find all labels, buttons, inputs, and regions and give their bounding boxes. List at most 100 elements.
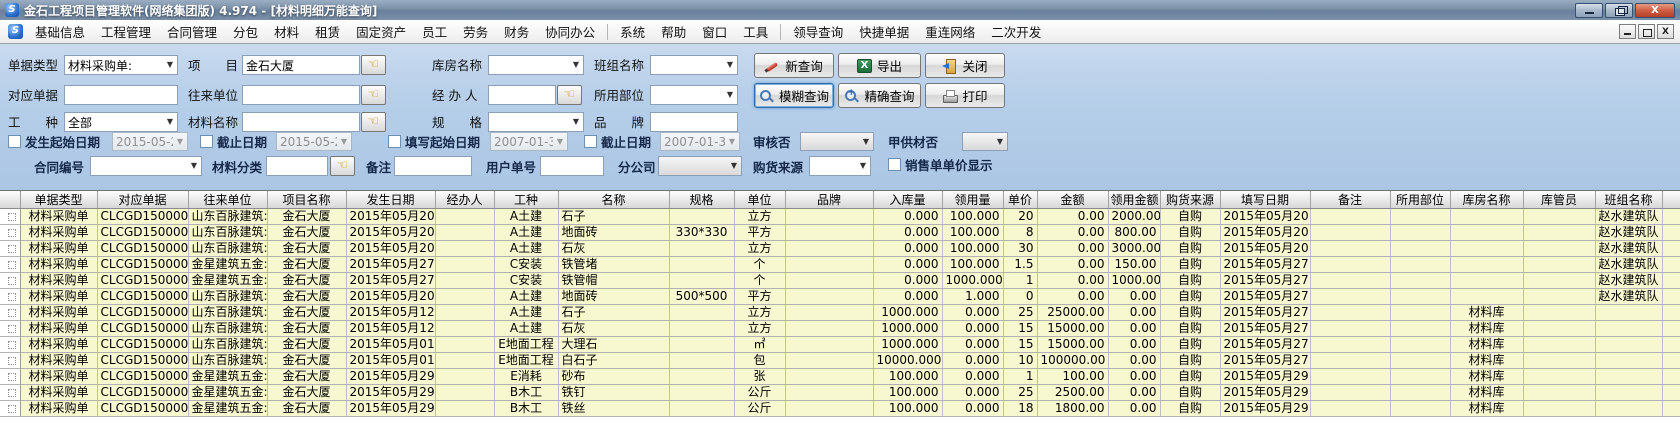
cell-agent[interactable] [435, 289, 494, 305]
col-header-position[interactable]: 所用部位 [1390, 191, 1450, 209]
cell-occur_date[interactable]: 2015年05月29日 [346, 401, 435, 417]
cell-brand[interactable] [785, 209, 873, 225]
cell-amount[interactable]: 0.00 [1037, 225, 1108, 241]
cell-use_amount[interactable]: 0.00 [1108, 305, 1160, 321]
cell-fill_date[interactable]: 2015年05月29日 [1220, 385, 1310, 401]
export-button[interactable]: 导出 [838, 53, 921, 78]
cell-warehouse[interactable] [1450, 289, 1523, 305]
cell-price[interactable]: 20 [1003, 209, 1037, 225]
cell-doc_no[interactable]: CLCGD150000006 [97, 369, 188, 385]
cell-remark[interactable] [1310, 241, 1390, 257]
cell-work_type[interactable]: A土建 [494, 321, 558, 337]
cell-agent[interactable] [435, 209, 494, 225]
cell-use_qty[interactable]: 100.000 [942, 241, 1003, 257]
cell-project[interactable]: 金石大厦 [267, 257, 346, 273]
menu-item[interactable]: 领导查询 [785, 19, 851, 44]
cell-brand[interactable] [785, 305, 873, 321]
cell-position[interactable] [1390, 273, 1450, 289]
col-header-agent[interactable]: 经办人 [435, 191, 494, 209]
cell-source[interactable]: 自购 [1160, 289, 1220, 305]
owner-supply-select[interactable]: ▼ [962, 132, 1008, 151]
cell-name[interactable]: 白石子 [558, 353, 669, 369]
cell-source[interactable]: 自购 [1160, 369, 1220, 385]
material-lookup-button[interactable]: ☜ [361, 112, 386, 132]
cell-vendor[interactable]: 金星建筑五金: [188, 257, 267, 273]
cell-source[interactable]: 自购 [1160, 337, 1220, 353]
cell-unit[interactable]: 平方 [734, 225, 785, 241]
cell-use_amount[interactable]: 0.00 [1108, 353, 1160, 369]
cell-warehouse[interactable]: 材料库 [1450, 369, 1523, 385]
table-row[interactable]: 材料采购单CLCGD150000006金星建筑五金:金石大厦2015年05月29… [0, 369, 1680, 385]
material-input[interactable] [242, 112, 360, 132]
col-header-work_type[interactable]: 工种 [494, 191, 558, 209]
cell-remark[interactable] [1310, 353, 1390, 369]
cell-team[interactable] [1595, 321, 1662, 337]
cell-use_qty[interactable]: 0.000 [942, 337, 1003, 353]
cell-position[interactable] [1390, 225, 1450, 241]
close-window-button[interactable]: 关闭 [925, 53, 1005, 78]
cell-team[interactable]: 赵水建筑队 [1595, 241, 1662, 257]
cell-project[interactable]: 金石大厦 [267, 401, 346, 417]
cell-agent[interactable] [435, 305, 494, 321]
col-header-occur_date[interactable]: 发生日期 [346, 191, 435, 209]
cell-project[interactable]: 金石大厦 [267, 209, 346, 225]
cell-amount[interactable]: 0.00 [1037, 257, 1108, 273]
cell-price[interactable]: 1 [1003, 273, 1037, 289]
col-header-use_amount[interactable]: 领用金额 [1108, 191, 1160, 209]
cell-in_qty[interactable]: 10000.000 [873, 353, 942, 369]
cell-unit[interactable]: 立方 [734, 241, 785, 257]
cell-vendor[interactable]: 金星建筑五金: [188, 273, 267, 289]
cell-vendor[interactable]: 金星建筑五金: [188, 385, 267, 401]
cell-spec[interactable] [669, 369, 734, 385]
menu-item[interactable]: 窗口 [694, 19, 735, 44]
col-header-price[interactable]: 单价 [1003, 191, 1037, 209]
cell-in_qty[interactable]: 0.000 [873, 209, 942, 225]
cell-brand[interactable] [785, 273, 873, 289]
fill-end-checkbox[interactable] [584, 135, 597, 148]
cell-spec[interactable] [669, 337, 734, 353]
cell-price[interactable]: 25 [1003, 385, 1037, 401]
cell-work_type[interactable]: A土建 [494, 305, 558, 321]
row-selector[interactable] [0, 257, 20, 273]
cell-use_amount[interactable]: 150.00 [1108, 257, 1160, 273]
cell-name[interactable]: 铁钉 [558, 385, 669, 401]
cell-use_amount[interactable]: 800.00 [1108, 225, 1160, 241]
cell-spec[interactable]: 330*330 [669, 225, 734, 241]
cell-spec[interactable] [669, 401, 734, 417]
cell-amount[interactable]: 0.00 [1037, 289, 1108, 305]
cell-work_type[interactable]: E消耗 [494, 369, 558, 385]
cell-remark[interactable] [1310, 369, 1390, 385]
cell-type[interactable]: 材料采购单 [20, 353, 97, 369]
cell-remark[interactable] [1310, 337, 1390, 353]
cell-agent[interactable] [435, 241, 494, 257]
cell-spec[interactable] [669, 241, 734, 257]
cell-keeper[interactable] [1523, 353, 1595, 369]
cell-project[interactable]: 金石大厦 [267, 273, 346, 289]
row-selector[interactable] [0, 241, 20, 257]
material-class-lookup-button[interactable]: ☜ [330, 156, 355, 176]
col-header-source[interactable]: 购货来源 [1160, 191, 1220, 209]
cell-agent[interactable] [435, 273, 494, 289]
cell-work_type[interactable]: B木工 [494, 385, 558, 401]
cell-warehouse[interactable]: 材料库 [1450, 353, 1523, 369]
cell-vendor[interactable]: 山东百脉建筑: [188, 353, 267, 369]
menu-item[interactable]: 材料 [266, 19, 307, 44]
restore-button[interactable] [1605, 3, 1633, 18]
cell-fill_date[interactable]: 2015年05月20日 [1220, 225, 1310, 241]
cell-name[interactable]: 砂布 [558, 369, 669, 385]
cell-price[interactable]: 8 [1003, 225, 1037, 241]
cell-vendor[interactable]: 山东百脉建筑: [188, 321, 267, 337]
cell-type[interactable]: 材料采购单 [20, 401, 97, 417]
cell-project[interactable]: 金石大厦 [267, 385, 346, 401]
cell-team[interactable]: 赵水建筑队 [1595, 257, 1662, 273]
cell-vendor[interactable]: 山东百脉建筑: [188, 225, 267, 241]
cell-price[interactable]: 30 [1003, 241, 1037, 257]
menu-item[interactable]: 固定资产 [348, 19, 414, 44]
purchase-source-select[interactable]: ▼ [809, 156, 871, 176]
cell-fill_date[interactable]: 2015年05月27日 [1220, 289, 1310, 305]
cell-position[interactable] [1390, 257, 1450, 273]
fill-start-checkbox[interactable] [388, 135, 401, 148]
cell-use_amount[interactable]: 2000.00 [1108, 209, 1160, 225]
cell-source[interactable]: 自购 [1160, 305, 1220, 321]
cell-project[interactable]: 金石大厦 [267, 305, 346, 321]
